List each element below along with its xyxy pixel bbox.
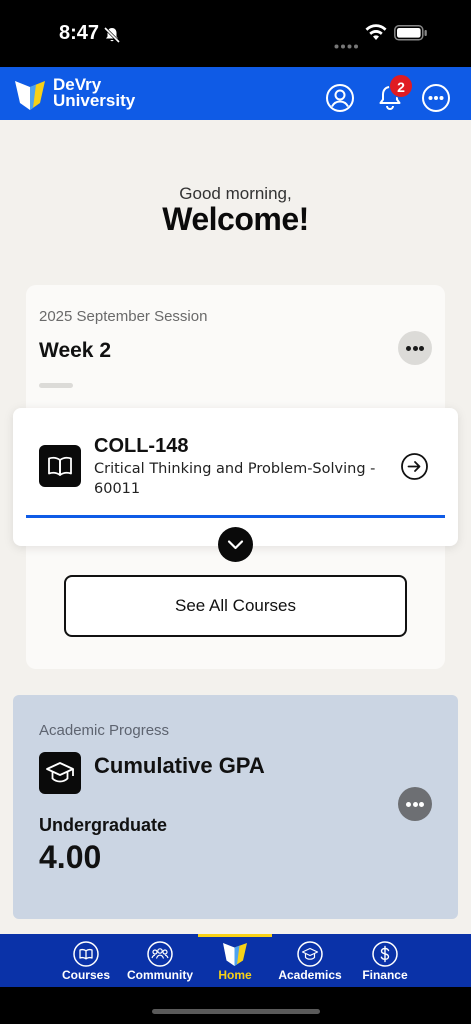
- page-title: Welcome!: [162, 201, 309, 237]
- nav-label: Home: [218, 968, 252, 982]
- nav-tab-courses[interactable]: Courses: [49, 938, 123, 986]
- home-indicator-area: [0, 987, 471, 1024]
- brand-name: DeVry University: [53, 76, 136, 110]
- more-options-button[interactable]: [421, 83, 451, 113]
- nav-tab-academics[interactable]: Academics: [273, 938, 347, 986]
- academic-level: Undergraduate: [39, 815, 168, 835]
- course-progress-bar: [26, 515, 445, 518]
- drag-handle[interactable]: [39, 383, 73, 388]
- active-tab-indicator: [198, 934, 272, 937]
- battery-icon: [394, 25, 428, 46]
- status-bar: 8:47: [0, 0, 471, 67]
- course-name: Critical Thinking and Problem-Solving - …: [94, 461, 376, 497]
- dot-icon: [419, 346, 424, 351]
- home-indicator[interactable]: [152, 1009, 320, 1014]
- session-more-button[interactable]: [398, 331, 432, 365]
- arrow-right-icon[interactable]: [400, 452, 429, 486]
- wifi-icon: [365, 24, 387, 46]
- nav-label: Community: [127, 968, 193, 982]
- nav-tab-home[interactable]: Home: [198, 938, 272, 986]
- dollar-icon: [372, 941, 398, 967]
- nav-tab-finance[interactable]: Finance: [348, 938, 422, 986]
- nav-label: Finance: [362, 968, 408, 982]
- bell-muted-icon: [103, 26, 121, 49]
- dot-icon: [406, 346, 411, 351]
- dot-icon: [412, 346, 418, 351]
- cellular-signal-icon: [334, 36, 358, 49]
- devry-logo-icon: [14, 78, 48, 117]
- see-all-courses-button[interactable]: See All Courses: [64, 575, 407, 637]
- graduation-cap-icon: [297, 941, 323, 967]
- nav-label: Courses: [61, 968, 111, 982]
- book-icon: [73, 941, 99, 967]
- academic-more-button[interactable]: [398, 787, 432, 821]
- expand-courses-button[interactable]: [218, 527, 253, 562]
- graduation-cap-icon: [39, 752, 81, 794]
- nav-label: Academics: [278, 968, 342, 982]
- dot-icon: [406, 802, 411, 807]
- gpa-value: 4.00: [39, 839, 102, 875]
- notification-badge: 2: [389, 74, 413, 98]
- brand-line-2: University: [53, 91, 136, 110]
- status-time: 8:47: [59, 22, 100, 44]
- gpa-title: Cumulative GPA: [94, 753, 265, 778]
- devry-shield-icon: [222, 941, 248, 967]
- profile-button[interactable]: [325, 83, 355, 113]
- dot-icon: [419, 802, 424, 807]
- nav-tab-community[interactable]: Community: [123, 938, 197, 986]
- people-icon: [147, 941, 173, 967]
- book-icon: [39, 445, 81, 487]
- course-code: COLL-148: [94, 435, 189, 457]
- week-label: Week 2: [39, 339, 111, 362]
- session-label: 2025 September Session: [39, 308, 208, 325]
- academic-section-label: Academic Progress: [39, 722, 170, 739]
- chevron-down-icon: [227, 540, 244, 550]
- dot-icon: [412, 802, 418, 807]
